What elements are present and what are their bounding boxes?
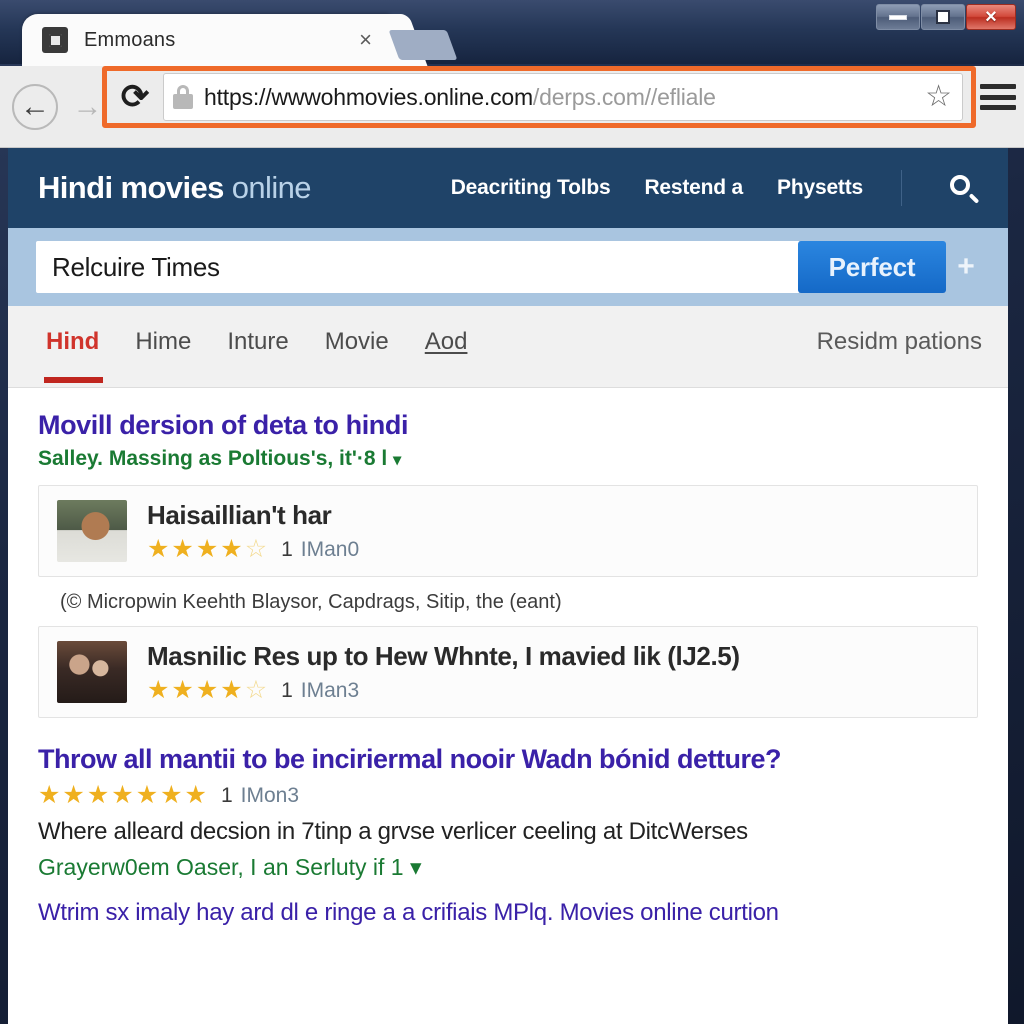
menu-icon-bar [980, 94, 1016, 100]
forward-button[interactable]: → [62, 84, 106, 130]
favicon-icon [42, 27, 68, 53]
result-subline-text: Salley. Massing as Poltious's, it'·8 l [38, 447, 388, 470]
result-subline: Salley. Massing as Poltious's, it'·8 l ▾ [38, 447, 978, 471]
site-header: Hindi movies online Deacriting Tolbs Res… [8, 148, 1008, 228]
star-rating-icon: ★★★★★★★ [38, 781, 209, 809]
rating-count: 1 [281, 678, 293, 702]
rating-row: ★★★★★★★ 1 IMon3 [38, 783, 978, 808]
add-icon[interactable]: + [946, 250, 986, 284]
url-text: https://wwwohmovies.online.com/derps.com… [204, 84, 716, 111]
browser-menu-button[interactable] [978, 80, 1018, 114]
brand-light: online [231, 170, 312, 205]
arrow-left-icon: ← [20, 89, 50, 123]
menu-icon-bar [980, 84, 1016, 89]
nav-link-deacriting-tolbs[interactable]: Deacriting Tolbs [451, 176, 611, 200]
rating-source: IMon3 [240, 783, 300, 807]
result-card-title: Haisaillian't har [147, 500, 332, 530]
result-thumbnail [57, 500, 127, 562]
os-window: × Emmoans × ← → › ⟳ https://wwwohmovies.… [0, 0, 1024, 1024]
page-viewport: Hindi movies online Deacriting Tolbs Res… [8, 148, 1008, 1024]
search-input-value: Relcuire Times [52, 251, 220, 282]
chevron-down-icon[interactable]: ▾ [393, 452, 401, 469]
rating-row: ★★★★☆ 1 IMan3 [147, 678, 959, 703]
result-card[interactable]: Haisaillian't har ★★★★☆ 1 IMan0 [38, 485, 978, 577]
rating-count: 1 [220, 783, 233, 807]
result-block3-last-line[interactable]: Wtrim sx imaly hay ard dl e ringe a a cr… [38, 899, 978, 927]
result-block3-green: Grayerw0em Oaser, I an Serluty if 1 ▾ [38, 854, 978, 881]
reload-icon: ⟳ [120, 78, 150, 116]
site-nav: Deacriting Tolbs Restend a Physetts [451, 170, 986, 206]
result-headline[interactable]: Movill dersion of deta to hindi [38, 410, 978, 441]
result-card[interactable]: Masnilic Res up to Hew Whnte, I mavied l… [38, 626, 978, 718]
rating-row: ★★★★☆ 1 IMan0 [147, 537, 959, 562]
results-list: Movill dersion of deta to hindi Salley. … [8, 388, 1008, 718]
arrow-right-icon: → [72, 89, 103, 123]
search-icon[interactable] [940, 175, 986, 204]
tab-close-icon[interactable]: × [353, 27, 378, 53]
result-block3-description: Where alleard decsion in 7tinp a grvse v… [38, 818, 748, 845]
chevron-down-icon[interactable]: ▾ [410, 854, 422, 880]
rating-count: 1 [281, 537, 293, 561]
reload-button[interactable]: ⟳ [107, 71, 163, 123]
result-thumbnail [57, 641, 127, 703]
bookmark-star-icon[interactable]: ☆ [925, 82, 952, 112]
brand-bold: Hindi movies [38, 170, 224, 205]
result-block-3: Throw all mantii to be inciriermal nooir… [8, 724, 1008, 927]
back-button[interactable]: ← [12, 83, 58, 130]
tab-residm-pations[interactable]: Residm pations [817, 328, 982, 356]
result-block3-title[interactable]: Throw all mantii to be inciriermal nooir… [38, 744, 978, 775]
browser-tabstrip: Emmoans × [0, 14, 1024, 66]
category-tabs: Hind Hime Inture Movie Aod Residm pation… [8, 306, 1008, 388]
nav-divider [901, 170, 902, 206]
result-note: (© Micropwin Keehth Blaysor, Capdrags, S… [60, 591, 562, 613]
address-bar[interactable]: https://wwwohmovies.online.com/derps.com… [163, 73, 963, 121]
nav-link-restend-a[interactable]: Restend a [644, 176, 743, 200]
rating-source: IMan3 [300, 678, 360, 702]
tab-inture[interactable]: Inture [227, 328, 288, 356]
site-logo[interactable]: Hindi movies online [38, 170, 311, 206]
tab-movie[interactable]: Movie [325, 328, 389, 356]
search-submit-button[interactable]: Perfect [798, 241, 946, 293]
star-rating-icon: ★★★★☆ [147, 676, 270, 704]
url-host: https://wwwohmovies.online.com [204, 83, 533, 110]
result-card-title: Masnilic Res up to Hew Whnte, I mavied l… [147, 641, 740, 671]
result-block3-green-text: Grayerw0em Oaser, I an Serluty if 1 [38, 854, 404, 880]
tab-hime[interactable]: Hime [135, 328, 191, 356]
nav-link-physetts[interactable]: Physetts [777, 176, 863, 200]
browser-tab[interactable]: Emmoans × [22, 14, 392, 66]
tab-aod[interactable]: Aod [425, 328, 468, 356]
address-bar-highlight: ⟳ https://wwwohmovies.online.com/derps.c… [102, 66, 976, 128]
new-tab-button[interactable] [388, 30, 458, 60]
search-input[interactable]: Relcuire Times [36, 241, 800, 293]
tab-title: Emmoans [84, 28, 176, 51]
url-path: /derps.com//efliale [532, 83, 716, 110]
search-strip: Relcuire Times Perfect + [8, 228, 1008, 306]
rating-source: IMan0 [300, 537, 360, 561]
lock-icon [172, 85, 194, 109]
menu-icon-bar [980, 105, 1016, 110]
tab-hind[interactable]: Hind [43, 328, 104, 383]
star-rating-icon: ★★★★☆ [147, 535, 270, 563]
